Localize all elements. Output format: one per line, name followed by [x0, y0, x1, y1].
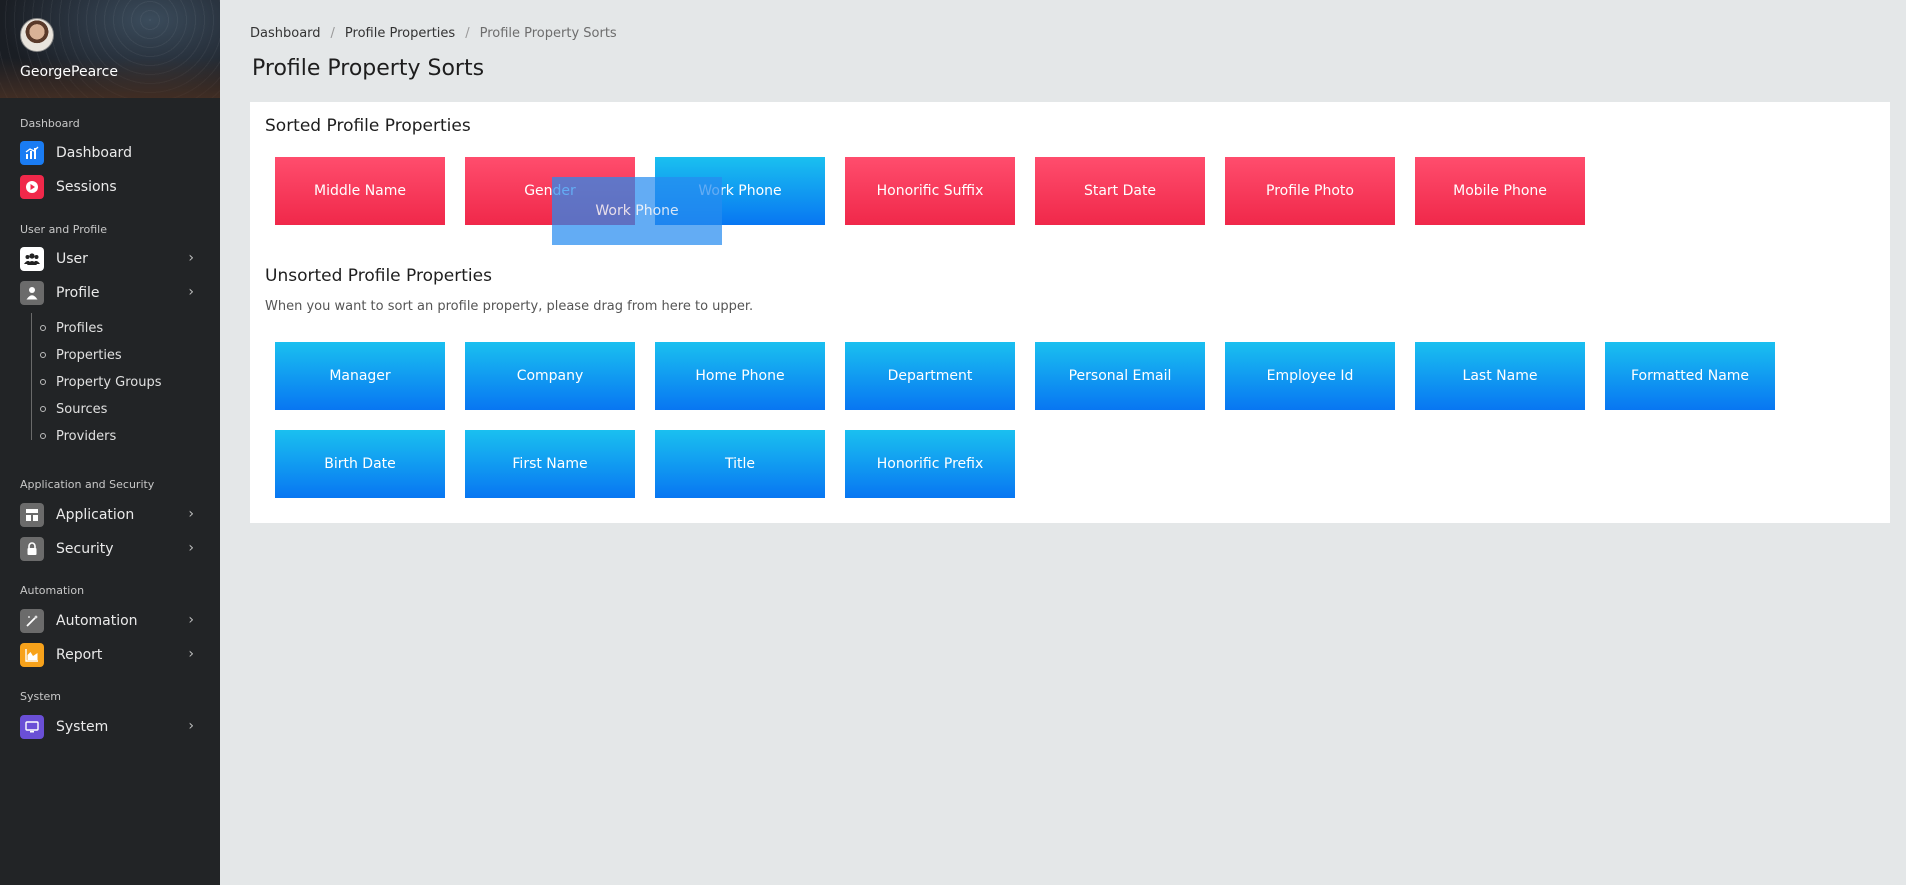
- username[interactable]: GeorgePearce: [20, 64, 118, 80]
- unsorted-item-manager[interactable]: Manager: [275, 342, 445, 410]
- user-profile-header: GeorgePearce: [0, 0, 220, 98]
- monitor-icon: [20, 715, 44, 739]
- sidebar-subitem-providers[interactable]: Providers: [40, 426, 116, 446]
- unsorted-item-formatted-name[interactable]: Formatted Name: [1605, 342, 1775, 410]
- nav-section-system: System: [20, 690, 62, 703]
- bullet-icon: [40, 352, 46, 358]
- breadcrumb-separator: /: [330, 26, 335, 41]
- bullet-icon: [40, 325, 46, 331]
- sidebar-subitem-profiles[interactable]: Profiles: [40, 318, 103, 338]
- chart-icon: [20, 141, 44, 165]
- sub-nav-tree-line: [31, 313, 32, 440]
- play-icon: [20, 175, 44, 199]
- sidebar-item-system[interactable]: System ›: [20, 714, 200, 740]
- chevron-right-icon: ›: [188, 646, 194, 662]
- sidebar-item-sessions[interactable]: Sessions: [20, 174, 200, 200]
- sidebar-subitem-property-groups[interactable]: Property Groups: [40, 372, 162, 392]
- sidebar-item-label: Report: [56, 647, 103, 663]
- lock-icon: [20, 537, 44, 561]
- sidebar-item-profile[interactable]: Profile ›: [20, 280, 200, 306]
- users-icon: [20, 247, 44, 271]
- chevron-right-icon: ›: [188, 284, 194, 300]
- unsorted-item-birth-date[interactable]: Birth Date: [275, 430, 445, 498]
- chevron-right-icon: ›: [188, 250, 194, 266]
- sidebar-item-label: Sessions: [56, 179, 117, 195]
- sidebar-item-label: Dashboard: [56, 145, 132, 161]
- breadcrumb-separator: /: [465, 26, 470, 41]
- application-icon: [20, 503, 44, 527]
- sorted-item-mobile-phone[interactable]: Mobile Phone: [1415, 157, 1585, 225]
- breadcrumb-item-profile-properties[interactable]: Profile Properties: [345, 26, 455, 41]
- sorted-item-profile-photo[interactable]: Profile Photo: [1225, 157, 1395, 225]
- unsorted-item-home-phone[interactable]: Home Phone: [655, 342, 825, 410]
- sidebar-item-user[interactable]: User ›: [20, 246, 200, 272]
- sidebar: GeorgePearce Dashboard Dashboard Session…: [0, 0, 220, 885]
- unsorted-item-first-name[interactable]: First Name: [465, 430, 635, 498]
- sidebar-subitem-label: Profiles: [56, 320, 104, 336]
- breadcrumb-item-current: Profile Property Sorts: [479, 26, 617, 41]
- sidebar-item-label: User: [56, 251, 88, 267]
- sort-card: Sorted Profile Properties Middle Name Ge…: [250, 102, 1890, 523]
- sidebar-subitem-sources[interactable]: Sources: [40, 399, 107, 419]
- person-icon: [20, 281, 44, 305]
- nav-section-user-and-profile: User and Profile: [20, 223, 107, 236]
- sidebar-item-application[interactable]: Application ›: [20, 502, 200, 528]
- bullet-icon: [40, 433, 46, 439]
- user-avatar[interactable]: [20, 18, 54, 52]
- bullet-icon: [40, 406, 46, 412]
- unsorted-section-description: When you want to sort an profile propert…: [265, 299, 754, 314]
- chevron-right-icon: ›: [188, 718, 194, 734]
- sorted-item-start-date[interactable]: Start Date: [1035, 157, 1205, 225]
- page-title: Profile Property Sorts: [252, 56, 485, 81]
- unsorted-item-last-name[interactable]: Last Name: [1415, 342, 1585, 410]
- magic-wand-icon: [20, 609, 44, 633]
- sorted-item-middle-name[interactable]: Middle Name: [275, 157, 445, 225]
- sidebar-item-automation[interactable]: Automation ›: [20, 608, 200, 634]
- unsorted-item-employee-id[interactable]: Employee Id: [1225, 342, 1395, 410]
- sidebar-item-label: Security: [56, 541, 114, 557]
- breadcrumb: Dashboard / Profile Properties / Profile…: [250, 26, 617, 41]
- bullet-icon: [40, 379, 46, 385]
- sorted-item-honorific-suffix[interactable]: Honorific Suffix: [845, 157, 1015, 225]
- sorted-section-title: Sorted Profile Properties: [265, 116, 471, 136]
- sidebar-subitem-label: Providers: [56, 428, 117, 444]
- unsorted-item-company[interactable]: Company: [465, 342, 635, 410]
- sidebar-subitem-label: Sources: [56, 401, 108, 417]
- nav-section-application-and-security: Application and Security: [20, 478, 155, 491]
- sidebar-item-label: Profile: [56, 285, 100, 301]
- chevron-right-icon: ›: [188, 612, 194, 628]
- sidebar-subitem-label: Properties: [56, 347, 122, 363]
- sidebar-item-report[interactable]: Report ›: [20, 642, 200, 668]
- nav-section-dashboard: Dashboard: [20, 117, 80, 130]
- chevron-right-icon: ›: [188, 506, 194, 522]
- unsorted-section-title: Unsorted Profile Properties: [265, 266, 492, 286]
- unsorted-item-personal-email[interactable]: Personal Email: [1035, 342, 1205, 410]
- area-chart-icon: [20, 643, 44, 667]
- unsorted-item-title[interactable]: Title: [655, 430, 825, 498]
- sidebar-subitem-properties[interactable]: Properties: [40, 345, 122, 365]
- sidebar-subitem-label: Property Groups: [56, 374, 162, 390]
- sidebar-item-label: System: [56, 719, 109, 735]
- breadcrumb-item-dashboard[interactable]: Dashboard: [250, 26, 321, 41]
- nav-section-automation: Automation: [20, 584, 85, 597]
- sidebar-item-label: Automation: [56, 613, 138, 629]
- sidebar-item-security[interactable]: Security ›: [20, 536, 200, 562]
- unsorted-item-department[interactable]: Department: [845, 342, 1015, 410]
- dragging-item-ghost[interactable]: Work Phone: [552, 177, 722, 245]
- sidebar-item-dashboard[interactable]: Dashboard: [20, 140, 200, 166]
- sidebar-item-label: Application: [56, 507, 135, 523]
- unsorted-item-honorific-prefix[interactable]: Honorific Prefix: [845, 430, 1015, 498]
- chevron-right-icon: ›: [188, 540, 194, 556]
